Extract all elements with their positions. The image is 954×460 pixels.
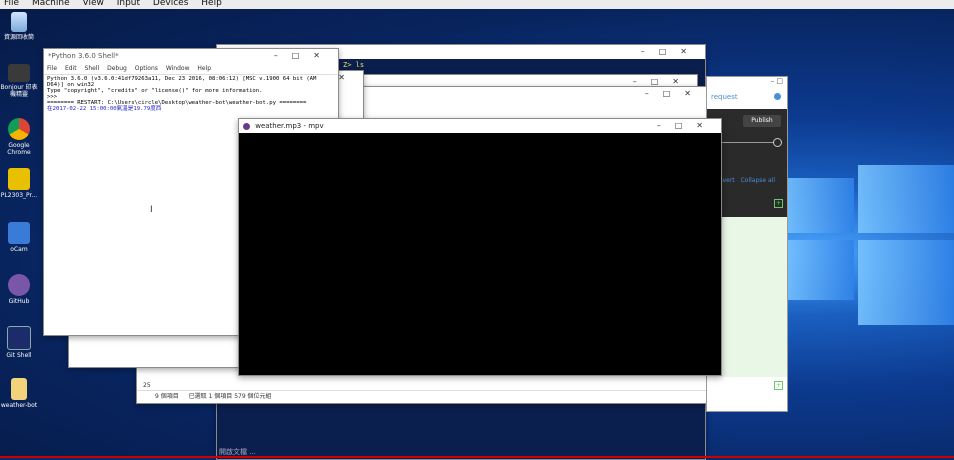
mpv-titlebar[interactable]: weather.mp3 - mpv –□✕ (239, 119, 721, 133)
python-shell-titlebar[interactable]: *Python 3.6.0 Shell* –□✕ (44, 49, 338, 63)
git-shell-icon (7, 326, 31, 350)
shell-menu-options[interactable]: Options (135, 65, 158, 72)
chrome-icon (8, 118, 30, 140)
windows-logo-pane-bottom-right (858, 240, 954, 325)
recycle-bin-icon (11, 12, 27, 32)
shell-menu-debug[interactable]: Debug (107, 65, 127, 72)
mpv-title: weather.mp3 - mpv (255, 122, 324, 130)
explorer-statusbar: 9 個項目 已選取 1 個項目 579 個位元組 (137, 390, 709, 403)
desktop-icon-pl2303[interactable]: PL2303_Pr... (0, 168, 38, 199)
github-collapse-link[interactable]: Collapse all (741, 177, 775, 184)
menu-machine[interactable]: Machine (32, 0, 70, 8)
menu-devices[interactable]: Devices (153, 0, 188, 8)
menu-view[interactable]: View (83, 0, 104, 8)
desktop-icon-weather-bot[interactable]: weather-bot (0, 378, 38, 409)
status-selected: 已選取 1 個項目 579 個位元組 (188, 393, 272, 400)
ocam-icon (8, 222, 30, 244)
terminal-prompt: Z> ls (343, 61, 365, 69)
mpv-video-area[interactable] (239, 133, 721, 375)
desktop-icon-google-chrome[interactable]: Google Chrome (0, 118, 38, 156)
desktop-icon-github[interactable]: GitHub (0, 274, 38, 305)
github-publish-button[interactable]: Publish (743, 115, 781, 127)
explorer-footer-number: 25 (143, 382, 151, 389)
github-add-icon-top[interactable]: + (774, 199, 783, 208)
mpv-app-icon (243, 122, 250, 130)
pl2303-icon (8, 168, 30, 190)
mpv-window[interactable]: weather.mp3 - mpv –□✕ (238, 118, 722, 376)
windows-logo-pane-bottom-left (784, 240, 854, 300)
github-request-label[interactable]: request (711, 93, 738, 101)
shell-menu-edit[interactable]: Edit (65, 65, 77, 72)
python-shell-menubar: File Edit Shell Debug Options Window Hel… (44, 63, 338, 75)
shell-menu-file[interactable]: File (47, 65, 57, 72)
explorer-controls[interactable]: –□✕ (645, 87, 705, 101)
menu-file[interactable]: File (4, 0, 19, 8)
windows-logo-pane-top-left (784, 178, 854, 233)
weather-bot-icon (11, 378, 27, 400)
shell-menu-window[interactable]: Window (166, 65, 190, 72)
shell-menu-shell[interactable]: Shell (85, 65, 100, 72)
github-settings-icon[interactable] (774, 93, 781, 100)
menu-help[interactable]: Help (201, 0, 222, 8)
terminal-window-controls[interactable]: –□✕ (641, 45, 701, 59)
text-cursor-icon: I (150, 205, 153, 215)
desktop-icon-ocam[interactable]: oCam (0, 222, 38, 253)
desktop-icon-bonjour-printer[interactable]: Bonjour 印表機精靈 (0, 64, 38, 98)
github-add-icon-bottom[interactable]: + (774, 381, 783, 390)
desktop-icon-git-shell[interactable]: Git Shell (0, 326, 38, 359)
menu-input[interactable]: Input (117, 0, 140, 8)
small-window-controls[interactable]: ✕ (338, 71, 359, 85)
shell-menu-help[interactable]: Help (197, 65, 211, 72)
printer-icon (8, 64, 30, 82)
github-icon (8, 274, 30, 296)
status-item-count: 9 個項目 (155, 393, 179, 400)
github-titlebar[interactable]: – □ (707, 77, 787, 89)
windows-logo-pane-top-right (858, 165, 954, 233)
python-shell-controls[interactable]: –□✕ (274, 49, 334, 63)
vm-menubar: File Machine View Input Devices Help (0, 0, 954, 9)
python-shell-title: *Python 3.6.0 Shell* (48, 52, 119, 60)
mpv-window-controls[interactable]: –□✕ (657, 119, 717, 133)
desktop-icon-recycle-bin[interactable]: 資源回收筒 (0, 12, 38, 41)
github-slider-knob[interactable] (773, 138, 782, 147)
